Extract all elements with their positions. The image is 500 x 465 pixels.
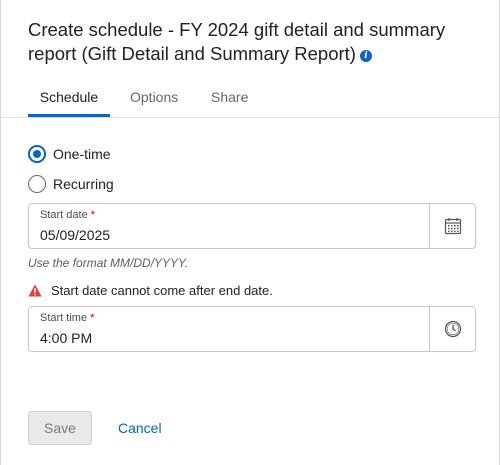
cancel-button[interactable]: Cancel — [118, 420, 162, 436]
save-button[interactable]: Save — [28, 411, 92, 445]
start-time-input[interactable]: 4:00 PM — [40, 330, 92, 346]
start-date-label: Start date * — [40, 209, 95, 221]
start-date-input[interactable]: 05/09/2025 — [40, 227, 110, 243]
radio-button-checked[interactable] — [28, 145, 46, 163]
calendar-button[interactable] — [429, 204, 475, 248]
dialog-header: Create schedule - FY 2024 gift detail an… — [1, 0, 499, 66]
calendar-icon — [444, 218, 461, 235]
error-message: Start date cannot come after end date. — [28, 283, 273, 298]
start-time-label: Start time * — [40, 312, 95, 324]
radio-recurring[interactable]: Recurring — [28, 174, 114, 194]
dialog-title: Create schedule - FY 2024 gift detail an… — [28, 19, 446, 64]
radio-button-unchecked[interactable] — [28, 175, 46, 193]
required-mark: * — [90, 209, 95, 221]
radio-label-one-time: One-time — [53, 146, 111, 162]
tab-schedule[interactable]: Schedule — [28, 89, 110, 117]
required-mark: * — [90, 312, 95, 324]
clock-icon — [444, 320, 461, 338]
tab-share[interactable]: Share — [211, 89, 248, 117]
radio-one-time[interactable]: One-time — [28, 144, 111, 164]
warning-icon — [28, 284, 42, 297]
time-picker-button[interactable] — [429, 307, 475, 351]
create-schedule-dialog: Create schedule - FY 2024 gift detail an… — [0, 0, 500, 465]
tab-options[interactable]: Options — [130, 89, 178, 117]
info-icon[interactable]: i — [359, 50, 372, 62]
start-date-hint: Use the format MM/DD/YYYY. — [28, 256, 189, 270]
start-date-field[interactable]: Start date * 05/09/2025 — [28, 203, 476, 249]
radio-label-recurring: Recurring — [53, 176, 114, 192]
error-text: Start date cannot come after end date. — [51, 283, 273, 298]
tab-bar: Schedule Options Share — [1, 80, 499, 118]
start-time-field[interactable]: Start time * 4:00 PM — [28, 306, 476, 352]
